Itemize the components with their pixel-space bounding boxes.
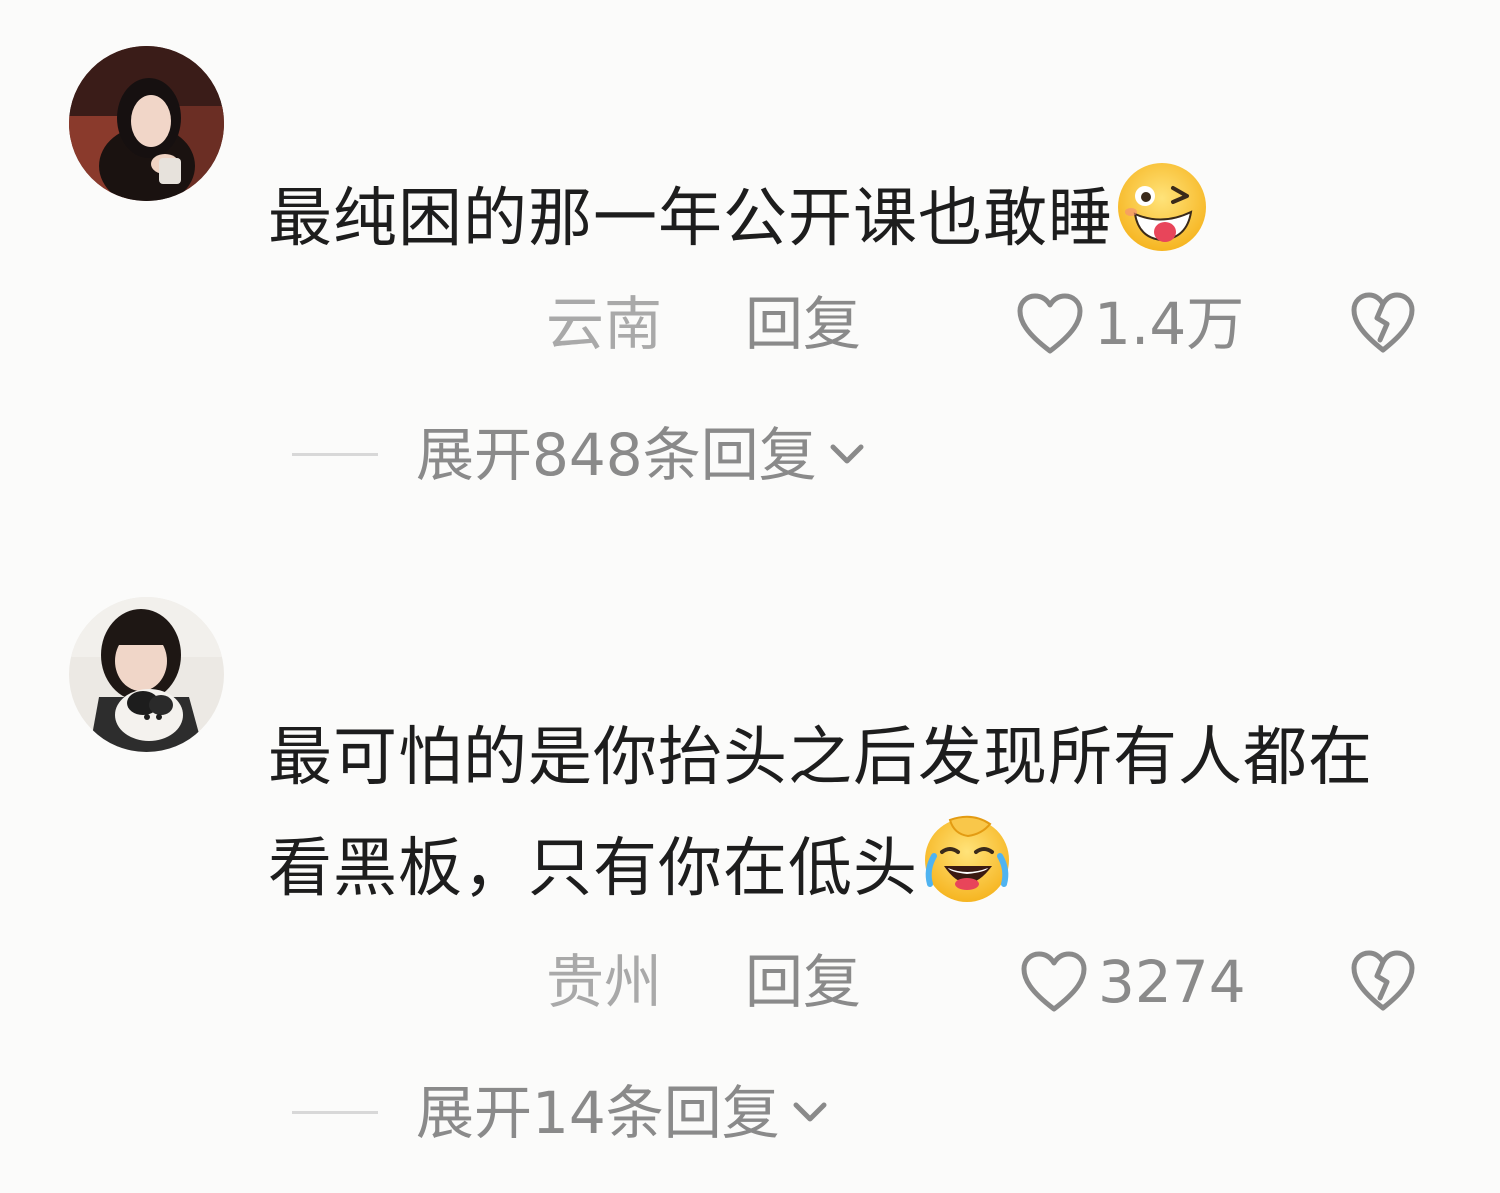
- like-count: 3274: [1098, 948, 1246, 1016]
- comment-meta: 贵州 回复 3274: [0, 942, 1500, 1022]
- divider: [292, 1111, 378, 1114]
- broken-heart-icon: [1351, 950, 1415, 1011]
- like-button[interactable]: 3274: [1020, 942, 1246, 1022]
- reply-button[interactable]: 回复: [745, 942, 861, 1022]
- chevron-down-icon: [793, 1102, 827, 1122]
- expand-replies-button[interactable]: 展开14条回复: [416, 1073, 830, 1153]
- comment-text-content: 最可怕的是你抬头之后发现所有人都在看黑板，只有你在低头: [268, 721, 1373, 906]
- dislike-button[interactable]: [1350, 950, 1416, 1026]
- comment-text: 最可怕的是你抬头之后发现所有人都在看黑板，只有你在低头: [268, 706, 1378, 921]
- expand-replies-label: 展开14条回复: [416, 1079, 780, 1147]
- heart-icon: [1021, 951, 1087, 1012]
- avatar[interactable]: [69, 597, 224, 752]
- expand-replies: 展开14条回复: [0, 1073, 1500, 1153]
- rolling-on-floor-laughing-icon: [920, 810, 1014, 904]
- comment-item: 最可怕的是你抬头之后发现所有人都在看黑板，只有你在低头 贵州 回复 3274 展…: [0, 0, 1500, 1193]
- location-label: 贵州: [546, 948, 663, 1016]
